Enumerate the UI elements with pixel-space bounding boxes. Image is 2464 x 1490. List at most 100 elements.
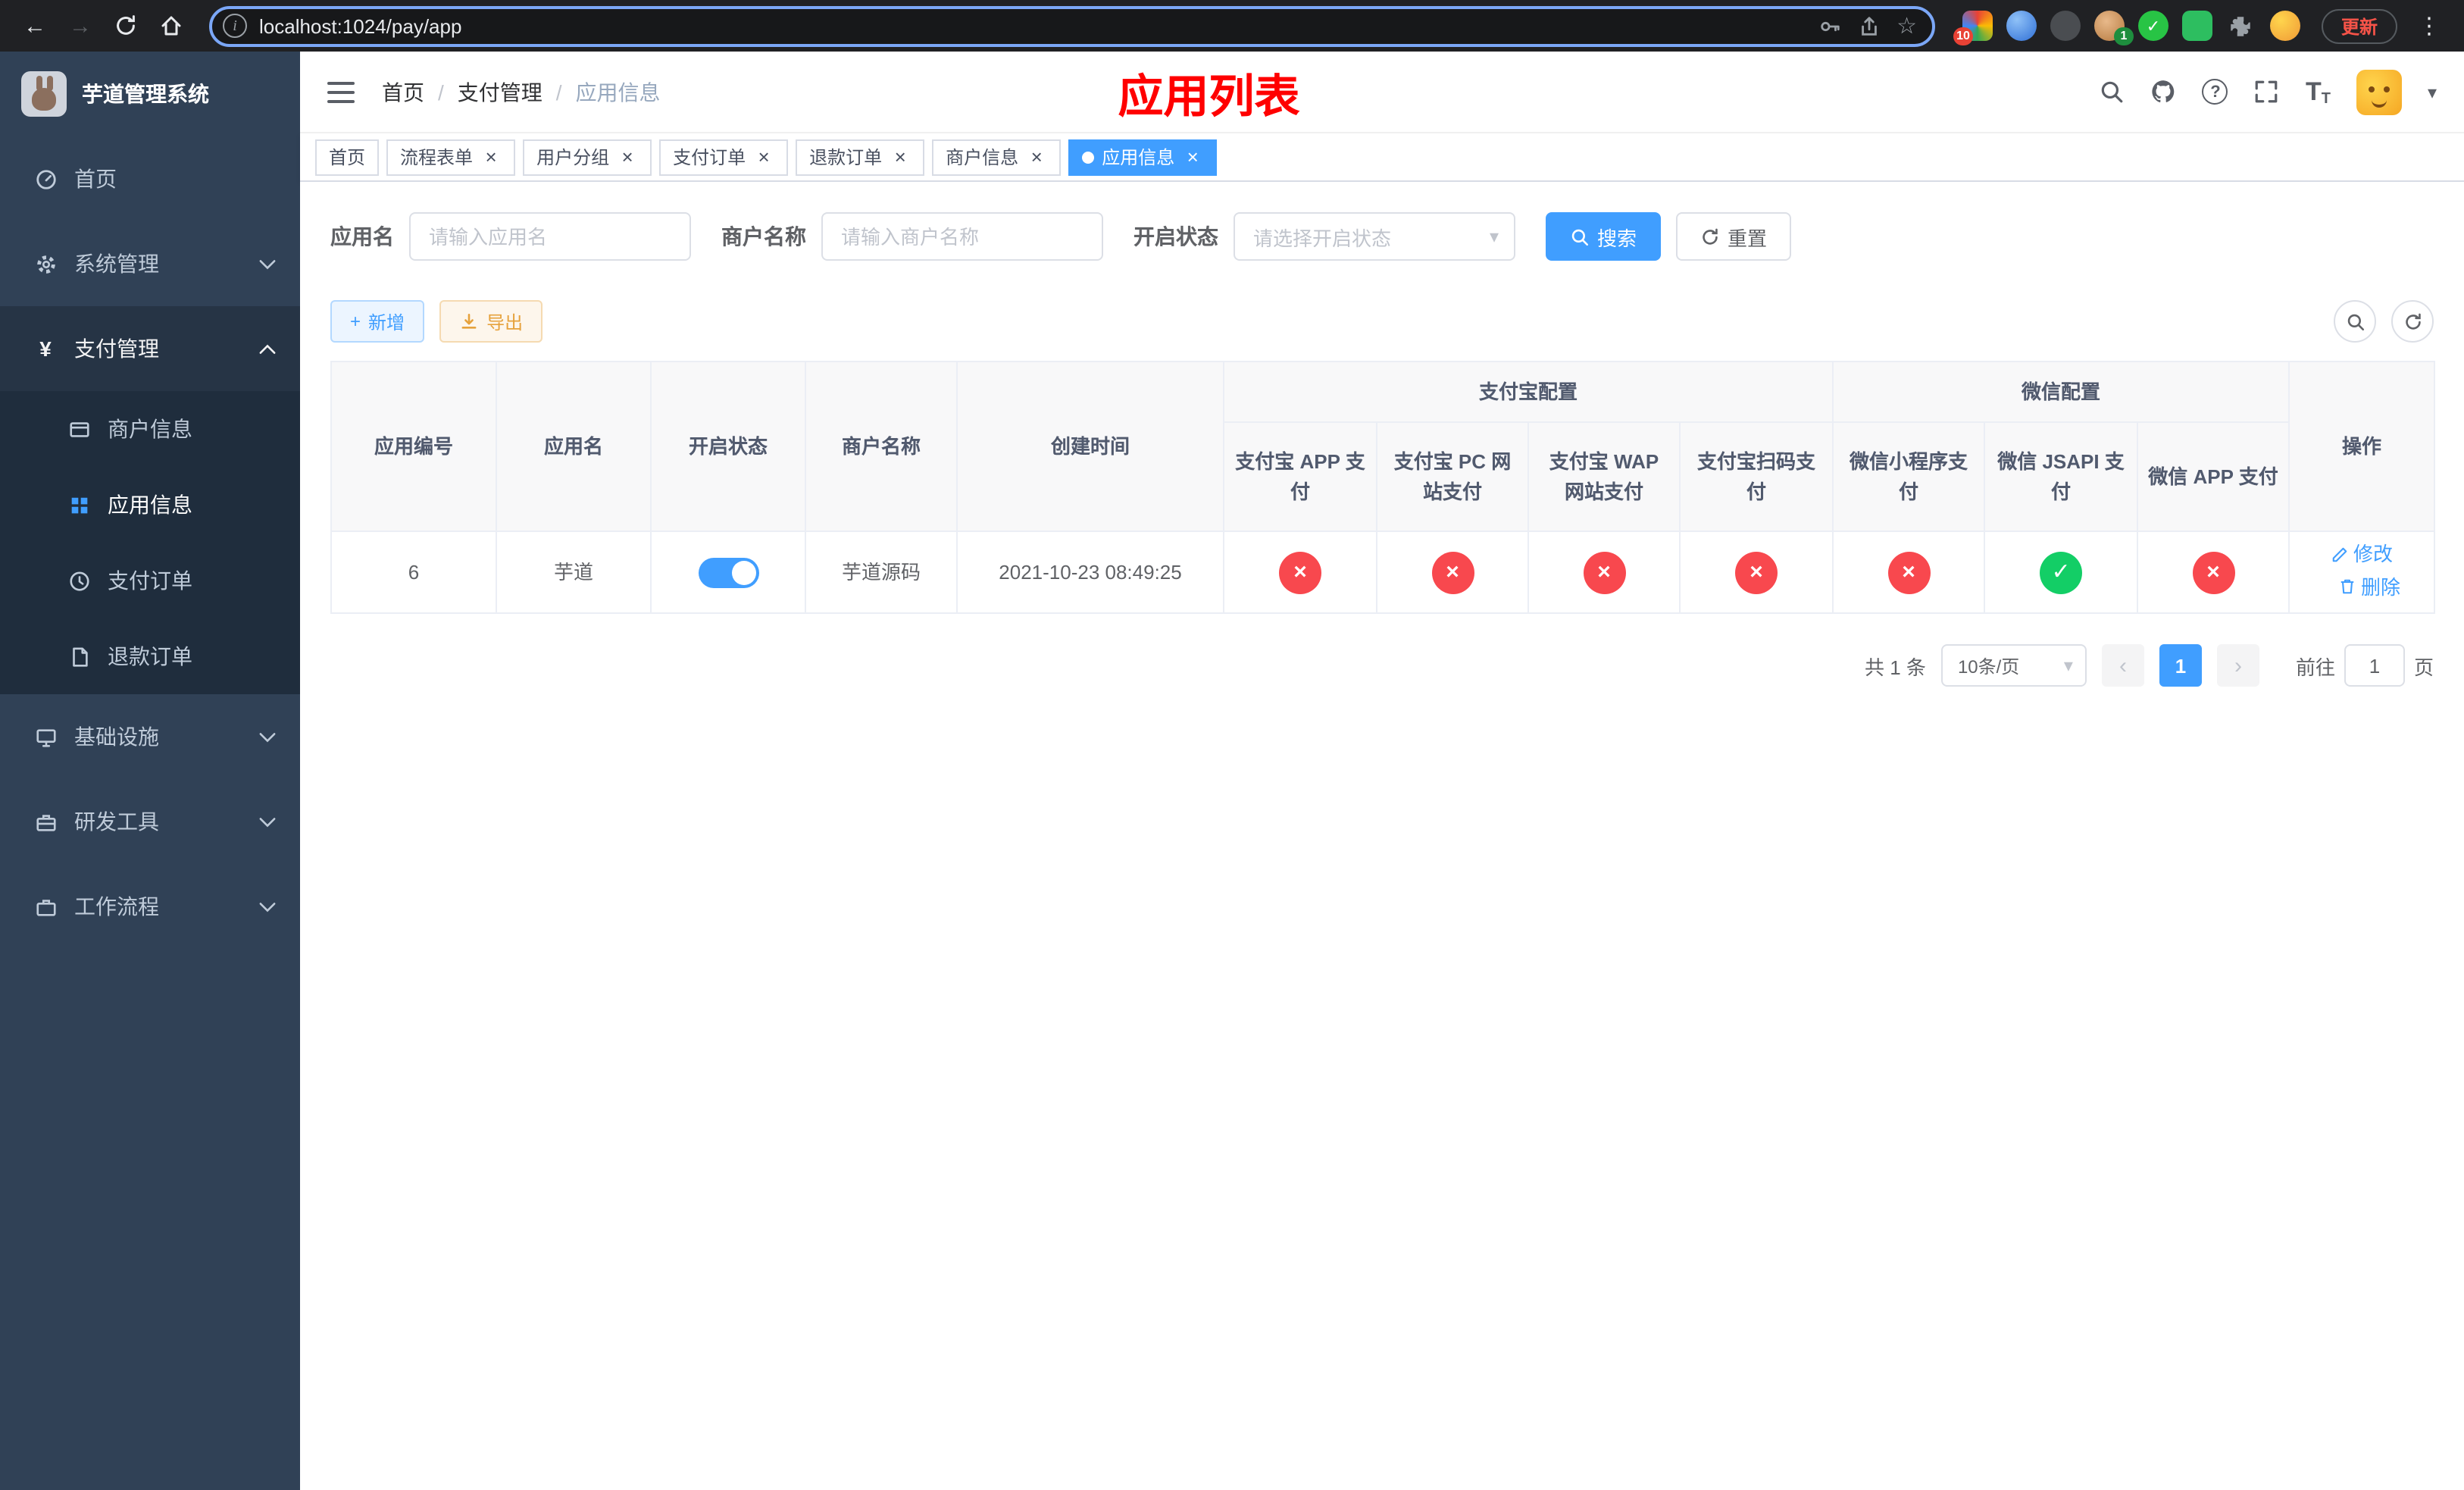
extension-badge: 10 xyxy=(1953,27,1973,45)
forward-button[interactable]: → xyxy=(61,6,100,45)
table-toolbar: + 新增 导出 xyxy=(330,300,2434,343)
col-merchant-name: 商户名称 xyxy=(805,361,958,532)
sidebar-menu: 首页 系统管理 ¥ 支付管理 商户信息 应用信息 支付订单 退款订单 基础设施 … xyxy=(0,136,300,949)
export-button[interactable]: 导出 xyxy=(439,300,543,343)
sidebar-item-home[interactable]: 首页 xyxy=(0,136,300,221)
sidebar-item-dev-tools[interactable]: 研发工具 xyxy=(0,779,300,864)
extension-colorful-icon[interactable]: 10 xyxy=(1953,11,1993,45)
chevron-down-icon xyxy=(259,258,276,269)
reset-button[interactable]: 重置 xyxy=(1676,212,1792,261)
font-size-icon[interactable]: TT xyxy=(2306,77,2331,107)
sidebar-subitem-app-info[interactable]: 应用信息 xyxy=(0,467,300,543)
extensions-puzzle-icon[interactable] xyxy=(2226,11,2256,41)
col-alipay-qr: 支付宝扫码支付 xyxy=(1678,421,1834,532)
sidebar-item-infrastructure[interactable]: 基础设施 xyxy=(0,694,300,779)
bookmark-star-icon[interactable]: ☆ xyxy=(1896,14,1917,37)
prev-page-button[interactable]: ‹ xyxy=(2101,644,2144,687)
merchant-name-label: 商户名称 xyxy=(721,224,806,249)
col-wechat-app: 微信 APP 支付 xyxy=(2137,421,2290,532)
plus-icon: + xyxy=(350,311,361,332)
page-size-select[interactable]: 10条/页 ▾ xyxy=(1940,644,2087,687)
password-key-icon[interactable] xyxy=(1818,14,1840,37)
col-alipay-app: 支付宝 APP 支付 xyxy=(1223,421,1377,532)
navbar-actions: ? TT ▾ xyxy=(2100,69,2437,114)
next-page-button[interactable]: › xyxy=(2216,644,2259,687)
page-1-button[interactable]: 1 xyxy=(2159,644,2202,687)
status-select[interactable]: 请选择开启状态 ▾ xyxy=(1234,212,1515,261)
monitor-icon xyxy=(33,725,58,749)
chevron-down-icon: ▾ xyxy=(1489,226,1499,247)
filter-form: 应用名 商户名称 开启状态 请选择开启状态 ▾ xyxy=(330,212,2434,261)
tab-process-form[interactable]: 流程表单 × xyxy=(386,139,516,175)
col-status: 开启状态 xyxy=(650,361,806,532)
breadcrumb-payment[interactable]: 支付管理 xyxy=(458,77,543,107)
extension-dark-icon[interactable] xyxy=(2050,11,2081,41)
toggle-search-button[interactable] xyxy=(2334,300,2376,343)
col-created-time: 创建时间 xyxy=(956,361,1224,532)
sidebar-subitem-merchant-info[interactable]: 商户信息 xyxy=(0,391,300,467)
search-icon[interactable] xyxy=(2100,79,2125,105)
home-button[interactable] xyxy=(152,6,191,45)
edit-button[interactable]: 修改 xyxy=(2331,540,2393,570)
sidebar-subitem-pay-order[interactable]: 支付订单 xyxy=(0,543,300,618)
breadcrumb-home[interactable]: 首页 xyxy=(382,77,424,107)
extension-green-square-icon[interactable] xyxy=(2181,11,2212,41)
share-icon[interactable] xyxy=(1857,14,1880,37)
tab-user-group[interactable]: 用户分组 × xyxy=(523,139,652,175)
close-icon[interactable]: × xyxy=(753,146,774,167)
close-icon[interactable]: × xyxy=(890,146,911,167)
fullscreen-icon[interactable] xyxy=(2254,79,2280,105)
tab-refund-order[interactable]: 退款订单 × xyxy=(796,139,925,175)
browser-update-button[interactable]: 更新 xyxy=(2321,8,2397,43)
status-toggle[interactable] xyxy=(698,557,758,588)
extension-emoji-icon[interactable] xyxy=(2269,11,2300,41)
extension-blue-icon[interactable] xyxy=(2006,11,2037,41)
user-dropdown-caret-icon[interactable]: ▾ xyxy=(2428,81,2437,102)
sidebar-item-system-mgmt[interactable]: 系统管理 xyxy=(0,221,300,306)
sidebar-toggle[interactable] xyxy=(327,81,355,102)
yen-icon: ¥ xyxy=(39,337,52,361)
delete-button[interactable]: 删除 xyxy=(2338,572,2400,602)
top-navbar: 首页 / 支付管理 / 应用信息 应用列表 ? TT ▾ xyxy=(300,52,2464,133)
close-icon[interactable]: × xyxy=(617,146,638,167)
user-avatar[interactable] xyxy=(2356,69,2402,114)
goto-page-input[interactable] xyxy=(2344,644,2405,687)
url-text[interactable]: localhost:1024/pay/app xyxy=(259,14,1806,37)
extension-profile-icon[interactable]: 1 xyxy=(2093,11,2134,45)
back-button[interactable]: ← xyxy=(15,6,55,45)
tab-app-info[interactable]: 应用信息 × xyxy=(1068,139,1218,175)
app-logo[interactable]: 芋道管理系统 xyxy=(0,52,300,136)
address-bar[interactable]: i localhost:1024/pay/app ☆ xyxy=(209,5,1935,46)
tab-pay-order[interactable]: 支付订单 × xyxy=(659,139,789,175)
close-icon[interactable]: × xyxy=(1182,146,1203,167)
cell-status xyxy=(650,531,806,614)
chevron-down-icon xyxy=(259,731,276,742)
sidebar-item-payment-mgmt[interactable]: ¥ 支付管理 xyxy=(0,306,300,391)
logo-image xyxy=(21,71,67,117)
cell-app-id: 6 xyxy=(330,531,497,614)
app-grid-icon xyxy=(67,493,91,517)
col-app-id: 应用编号 xyxy=(330,361,497,532)
search-button[interactable]: 搜索 xyxy=(1546,212,1662,261)
site-info-icon[interactable]: i xyxy=(223,14,247,38)
tab-merchant-info[interactable]: 商户信息 × xyxy=(932,139,1062,175)
extensions-area: 10 1 ✓ xyxy=(1953,11,2309,45)
help-icon[interactable]: ? xyxy=(2202,79,2228,105)
order-clock-icon xyxy=(67,568,91,593)
close-icon[interactable]: × xyxy=(480,146,502,167)
sidebar-subitem-refund-order[interactable]: 退款订单 xyxy=(0,618,300,694)
app-name-input[interactable] xyxy=(409,212,691,261)
sidebar-item-workflow[interactable]: 工作流程 xyxy=(0,864,300,949)
merchant-name-input[interactable] xyxy=(821,212,1103,261)
add-button[interactable]: + 新增 xyxy=(330,300,425,343)
reload-button[interactable] xyxy=(106,6,145,45)
close-icon[interactable]: × xyxy=(1026,146,1047,167)
browser-menu-button[interactable]: ⋮ xyxy=(2409,6,2449,45)
refresh-table-button[interactable] xyxy=(2391,300,2434,343)
status-label: 开启状态 xyxy=(1134,224,1218,249)
extension-wechat-icon[interactable]: ✓ xyxy=(2137,11,2169,41)
chevron-up-icon xyxy=(259,343,276,354)
group-alipay-config: 支付宝配置 xyxy=(1222,361,1834,423)
github-icon[interactable] xyxy=(2151,79,2177,105)
tab-home[interactable]: 首页 xyxy=(315,139,380,175)
